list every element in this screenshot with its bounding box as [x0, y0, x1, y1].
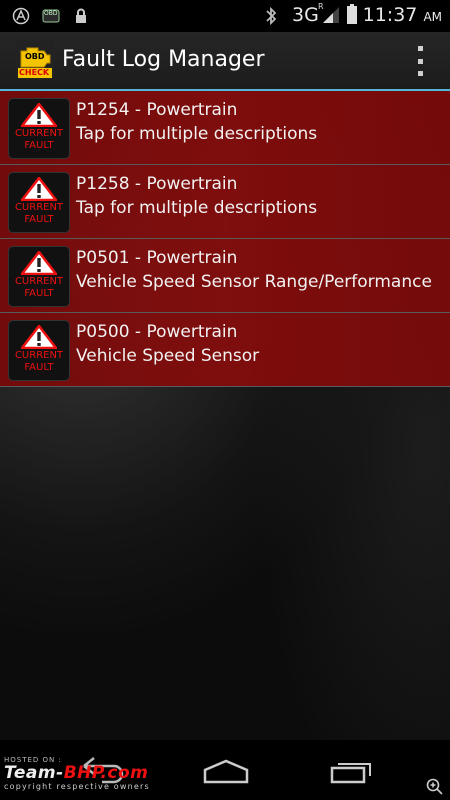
- fault-code: P1258 - Powertrain: [76, 174, 238, 194]
- badge-text: CURRENT FAULT: [9, 128, 69, 152]
- bluetooth-icon: [264, 6, 278, 26]
- badge-line1: CURRENT: [14, 202, 64, 213]
- lock-icon: [74, 7, 88, 25]
- home-icon[interactable]: [203, 758, 249, 788]
- app-logo-icon[interactable]: OBD CHECK: [16, 41, 54, 79]
- fault-row[interactable]: CURRENT FAULT P0500 - Powertrain Vehicle Sp…: [0, 313, 450, 387]
- badge-line2: FAULT: [24, 288, 54, 299]
- badge-line1: CURRENT: [14, 350, 64, 361]
- current-fault-badge: CURRENT FAULT: [8, 246, 70, 307]
- badge-line2: FAULT: [24, 362, 54, 373]
- obd-notification-icon: OBD: [42, 7, 60, 25]
- badge-text: CURRENT FAULT: [9, 202, 69, 226]
- warning-triangle-icon: [21, 251, 57, 275]
- page-title: Fault Log Manager: [62, 47, 265, 72]
- overflow-menu-icon[interactable]: [416, 46, 424, 76]
- warning-triangle-icon: [21, 325, 57, 349]
- app-logo-top-text: OBD: [25, 52, 45, 61]
- watermark-brand-a: Team-: [4, 763, 64, 783]
- fault-row[interactable]: CURRENT FAULT P1258 - Powertrain Tap for mu…: [0, 165, 450, 239]
- badge-line2: FAULT: [24, 140, 54, 151]
- watermark-brand-c: .com: [100, 763, 149, 783]
- fault-row[interactable]: CURRENT FAULT P0501 - Powertrain Vehicle Sp…: [0, 239, 450, 313]
- fault-description: Vehicle Speed Sensor: [76, 346, 260, 366]
- badge-text: CURRENT FAULT: [9, 350, 69, 374]
- clock-ampm: AM: [423, 10, 442, 24]
- current-fault-badge: CURRENT FAULT: [8, 320, 70, 381]
- badge-line2: FAULT: [24, 214, 54, 225]
- notification-a-icon: [12, 7, 30, 25]
- fault-row[interactable]: CURRENT FAULT P1254 - Powertrain Tap for mu…: [0, 91, 450, 165]
- app-logo-bottom-text: CHECK: [19, 68, 50, 77]
- recent-apps-icon[interactable]: [330, 758, 374, 788]
- battery-icon: [346, 4, 358, 24]
- zoom-icon[interactable]: [426, 778, 444, 800]
- badge-line1: CURRENT: [14, 276, 64, 287]
- fault-code: P0500 - Powertrain: [76, 322, 238, 342]
- network-type: 3G: [292, 4, 319, 26]
- obd-notification-label: OBD: [44, 10, 58, 17]
- badge-line1: CURRENT: [14, 128, 64, 139]
- fault-description: Vehicle Speed Sensor Range/Performance: [76, 272, 432, 292]
- warning-triangle-icon: [21, 103, 57, 127]
- fault-code: P0501 - Powertrain: [76, 248, 238, 268]
- signal-icon: [321, 5, 341, 23]
- current-fault-badge: CURRENT FAULT: [8, 98, 70, 159]
- watermark-brand: Team-BHP.com: [4, 764, 204, 782]
- watermark-brand-b: BHP: [63, 763, 101, 783]
- warning-triangle-icon: [21, 177, 57, 201]
- fault-code: P1254 - Powertrain: [76, 100, 238, 120]
- fault-description: Tap for multiple descriptions: [76, 124, 318, 144]
- fault-description: Tap for multiple descriptions: [76, 198, 318, 218]
- action-bar: OBD CHECK Fault Log Manager: [0, 32, 450, 91]
- clock: 11:37 AM: [363, 4, 442, 26]
- status-bar: OBD 3G R 11:37 AM: [0, 0, 450, 32]
- clock-time: 11:37: [362, 4, 418, 26]
- fault-list: CURRENT FAULT P1254 - Powertrain Tap for mu…: [0, 91, 450, 387]
- watermark-copyright: copyright respective owners: [4, 782, 150, 791]
- badge-text: CURRENT FAULT: [9, 276, 69, 300]
- watermark: HOSTED ON : Team-BHP.com copyright respe…: [4, 756, 204, 791]
- current-fault-badge: CURRENT FAULT: [8, 172, 70, 233]
